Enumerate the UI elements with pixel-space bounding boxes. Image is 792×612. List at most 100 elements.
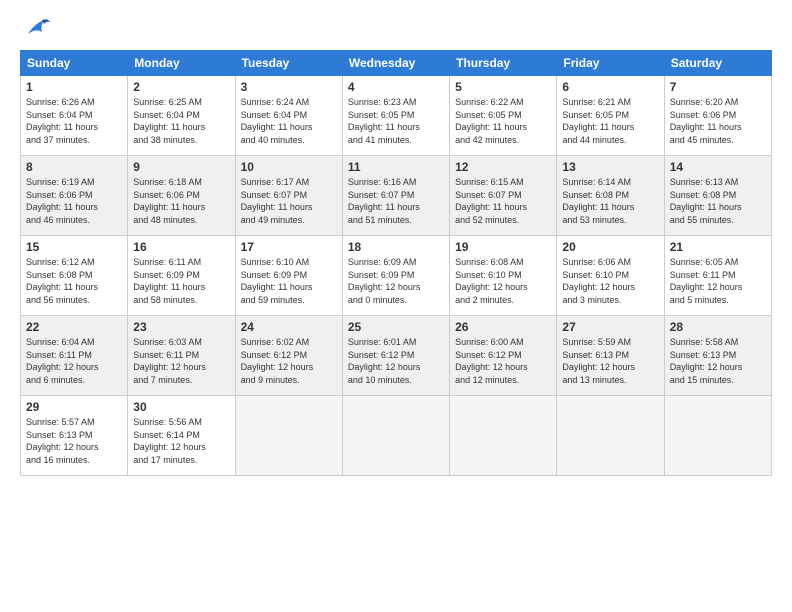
- calendar-cell: 11 Sunrise: 6:16 AM Sunset: 6:07 PM Dayli…: [342, 156, 449, 236]
- calendar-week-row: 29 Sunrise: 5:57 AM Sunset: 6:13 PM Dayli…: [21, 396, 772, 476]
- calendar-cell: [235, 396, 342, 476]
- day-info: Sunrise: 6:23 AM Sunset: 6:05 PM Dayligh…: [348, 96, 444, 146]
- logo: [20, 16, 52, 38]
- calendar-header-row: SundayMondayTuesdayWednesdayThursdayFrid…: [21, 51, 772, 76]
- day-info: Sunrise: 5:58 AM Sunset: 6:13 PM Dayligh…: [670, 336, 766, 386]
- col-header-saturday: Saturday: [664, 51, 771, 76]
- day-info: Sunrise: 6:03 AM Sunset: 6:11 PM Dayligh…: [133, 336, 229, 386]
- calendar-cell: [342, 396, 449, 476]
- day-number: 27: [562, 320, 658, 334]
- calendar-cell: 27 Sunrise: 5:59 AM Sunset: 6:13 PM Dayli…: [557, 316, 664, 396]
- calendar-cell: 3Sunrise: 6:24 AM Sunset: 6:04 PM Daylig…: [235, 76, 342, 156]
- col-header-friday: Friday: [557, 51, 664, 76]
- day-info: Sunrise: 6:02 AM Sunset: 6:12 PM Dayligh…: [241, 336, 337, 386]
- calendar-cell: 22Sunrise: 6:04 AM Sunset: 6:11 PM Dayli…: [21, 316, 128, 396]
- day-info: Sunrise: 6:00 AM Sunset: 6:12 PM Dayligh…: [455, 336, 551, 386]
- day-number: 11: [348, 160, 444, 174]
- day-info: Sunrise: 6:13 AM Sunset: 6:08 PM Dayligh…: [670, 176, 766, 226]
- calendar-cell: [664, 396, 771, 476]
- day-info: Sunrise: 6:10 AM Sunset: 6:09 PM Dayligh…: [241, 256, 337, 306]
- calendar-cell: 25 Sunrise: 6:01 AM Sunset: 6:12 PM Dayli…: [342, 316, 449, 396]
- day-info: Sunrise: 6:14 AM Sunset: 6:08 PM Dayligh…: [562, 176, 658, 226]
- calendar-week-row: 1 Sunrise: 6:26 AM Sunset: 6:04 PM Daylig…: [21, 76, 772, 156]
- day-number: 26: [455, 320, 551, 334]
- calendar-cell: 6 Sunrise: 6:21 AM Sunset: 6:05 PM Daylig…: [557, 76, 664, 156]
- day-number: 20: [562, 240, 658, 254]
- calendar-cell: 20 Sunrise: 6:06 AM Sunset: 6:10 PM Dayli…: [557, 236, 664, 316]
- calendar-cell: 15Sunrise: 6:12 AM Sunset: 6:08 PM Dayli…: [21, 236, 128, 316]
- day-number: 30: [133, 400, 229, 414]
- day-number: 6: [562, 80, 658, 94]
- calendar-cell: 26 Sunrise: 6:00 AM Sunset: 6:12 PM Dayli…: [450, 316, 557, 396]
- calendar-cell: 1 Sunrise: 6:26 AM Sunset: 6:04 PM Daylig…: [21, 76, 128, 156]
- col-header-thursday: Thursday: [450, 51, 557, 76]
- calendar-table: SundayMondayTuesdayWednesdayThursdayFrid…: [20, 50, 772, 476]
- calendar-cell: 29 Sunrise: 5:57 AM Sunset: 6:13 PM Dayli…: [21, 396, 128, 476]
- day-number: 3: [241, 80, 337, 94]
- calendar-cell: 5 Sunrise: 6:22 AM Sunset: 6:05 PM Daylig…: [450, 76, 557, 156]
- calendar-cell: 14 Sunrise: 6:13 AM Sunset: 6:08 PM Dayli…: [664, 156, 771, 236]
- calendar-cell: [557, 396, 664, 476]
- logo-bird-icon: [24, 16, 52, 38]
- day-info: Sunrise: 6:25 AM Sunset: 6:04 PM Dayligh…: [133, 96, 229, 146]
- calendar-week-row: 15Sunrise: 6:12 AM Sunset: 6:08 PM Dayli…: [21, 236, 772, 316]
- day-number: 19: [455, 240, 551, 254]
- day-number: 16: [133, 240, 229, 254]
- day-info: Sunrise: 6:04 AM Sunset: 6:11 PM Dayligh…: [26, 336, 122, 386]
- calendar-week-row: 8Sunrise: 6:19 AM Sunset: 6:06 PM Daylig…: [21, 156, 772, 236]
- calendar-cell: 28Sunrise: 5:58 AM Sunset: 6:13 PM Dayli…: [664, 316, 771, 396]
- col-header-sunday: Sunday: [21, 51, 128, 76]
- calendar-cell: 4 Sunrise: 6:23 AM Sunset: 6:05 PM Daylig…: [342, 76, 449, 156]
- calendar-cell: 7 Sunrise: 6:20 AM Sunset: 6:06 PM Daylig…: [664, 76, 771, 156]
- day-number: 24: [241, 320, 337, 334]
- day-number: 2: [133, 80, 229, 94]
- day-number: 17: [241, 240, 337, 254]
- day-info: Sunrise: 5:56 AM Sunset: 6:14 PM Dayligh…: [133, 416, 229, 466]
- day-info: Sunrise: 6:17 AM Sunset: 6:07 PM Dayligh…: [241, 176, 337, 226]
- calendar-cell: 21 Sunrise: 6:05 AM Sunset: 6:11 PM Dayli…: [664, 236, 771, 316]
- calendar-cell: 30 Sunrise: 5:56 AM Sunset: 6:14 PM Dayli…: [128, 396, 235, 476]
- day-number: 7: [670, 80, 766, 94]
- calendar-week-row: 22Sunrise: 6:04 AM Sunset: 6:11 PM Dayli…: [21, 316, 772, 396]
- day-info: Sunrise: 5:59 AM Sunset: 6:13 PM Dayligh…: [562, 336, 658, 386]
- day-info: Sunrise: 6:22 AM Sunset: 6:05 PM Dayligh…: [455, 96, 551, 146]
- page: SundayMondayTuesdayWednesdayThursdayFrid…: [0, 0, 792, 612]
- day-number: 1: [26, 80, 122, 94]
- day-number: 18: [348, 240, 444, 254]
- day-info: Sunrise: 6:09 AM Sunset: 6:09 PM Dayligh…: [348, 256, 444, 306]
- day-info: Sunrise: 6:05 AM Sunset: 6:11 PM Dayligh…: [670, 256, 766, 306]
- day-number: 21: [670, 240, 766, 254]
- day-number: 12: [455, 160, 551, 174]
- day-info: Sunrise: 6:21 AM Sunset: 6:05 PM Dayligh…: [562, 96, 658, 146]
- day-info: Sunrise: 6:16 AM Sunset: 6:07 PM Dayligh…: [348, 176, 444, 226]
- header: [20, 16, 772, 38]
- calendar-cell: 9 Sunrise: 6:18 AM Sunset: 6:06 PM Daylig…: [128, 156, 235, 236]
- day-number: 4: [348, 80, 444, 94]
- calendar-cell: 23 Sunrise: 6:03 AM Sunset: 6:11 PM Dayli…: [128, 316, 235, 396]
- day-info: Sunrise: 6:20 AM Sunset: 6:06 PM Dayligh…: [670, 96, 766, 146]
- day-info: Sunrise: 6:06 AM Sunset: 6:10 PM Dayligh…: [562, 256, 658, 306]
- day-info: Sunrise: 5:57 AM Sunset: 6:13 PM Dayligh…: [26, 416, 122, 466]
- day-number: 13: [562, 160, 658, 174]
- calendar-cell: 13 Sunrise: 6:14 AM Sunset: 6:08 PM Dayli…: [557, 156, 664, 236]
- day-number: 29: [26, 400, 122, 414]
- calendar-cell: 12Sunrise: 6:15 AM Sunset: 6:07 PM Dayli…: [450, 156, 557, 236]
- col-header-tuesday: Tuesday: [235, 51, 342, 76]
- col-header-wednesday: Wednesday: [342, 51, 449, 76]
- calendar-cell: 8Sunrise: 6:19 AM Sunset: 6:06 PM Daylig…: [21, 156, 128, 236]
- calendar-cell: 18 Sunrise: 6:09 AM Sunset: 6:09 PM Dayli…: [342, 236, 449, 316]
- day-number: 14: [670, 160, 766, 174]
- day-number: 5: [455, 80, 551, 94]
- day-info: Sunrise: 6:26 AM Sunset: 6:04 PM Dayligh…: [26, 96, 122, 146]
- calendar-cell: 16 Sunrise: 6:11 AM Sunset: 6:09 PM Dayli…: [128, 236, 235, 316]
- day-info: Sunrise: 6:19 AM Sunset: 6:06 PM Dayligh…: [26, 176, 122, 226]
- day-info: Sunrise: 6:12 AM Sunset: 6:08 PM Dayligh…: [26, 256, 122, 306]
- day-info: Sunrise: 6:01 AM Sunset: 6:12 PM Dayligh…: [348, 336, 444, 386]
- day-number: 25: [348, 320, 444, 334]
- calendar-cell: 2 Sunrise: 6:25 AM Sunset: 6:04 PM Daylig…: [128, 76, 235, 156]
- day-number: 9: [133, 160, 229, 174]
- calendar-cell: [450, 396, 557, 476]
- day-info: Sunrise: 6:18 AM Sunset: 6:06 PM Dayligh…: [133, 176, 229, 226]
- day-number: 23: [133, 320, 229, 334]
- day-info: Sunrise: 6:11 AM Sunset: 6:09 PM Dayligh…: [133, 256, 229, 306]
